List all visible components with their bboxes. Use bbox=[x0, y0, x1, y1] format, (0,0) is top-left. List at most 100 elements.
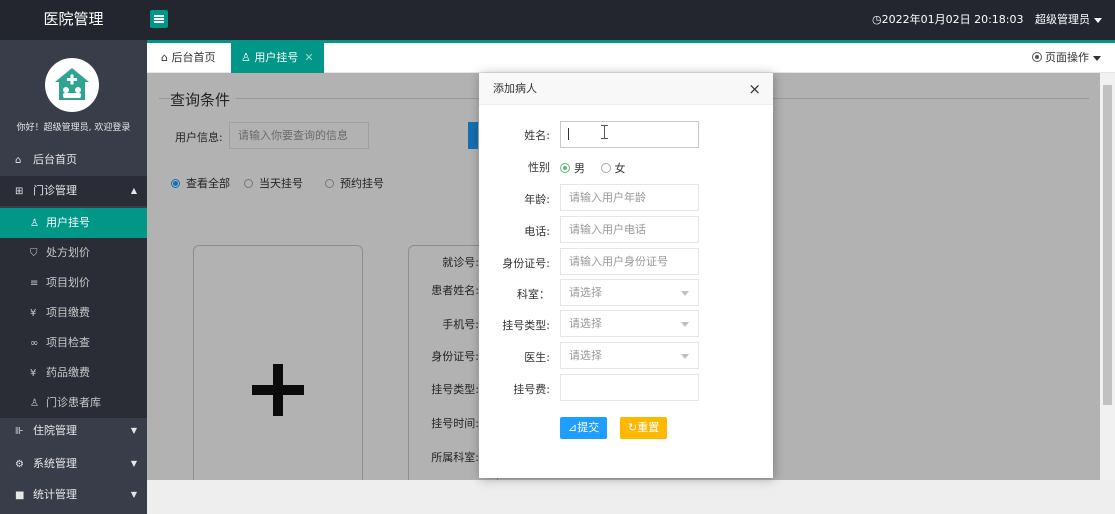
sidebar-item-label: 后台首页 bbox=[33, 153, 77, 166]
link-icon: ∞ bbox=[30, 338, 39, 349]
gender-radio-group: 男 女 bbox=[560, 160, 626, 176]
sidebar-subitem-item-pricing[interactable]: ≡ 项目划价 bbox=[0, 268, 147, 298]
sidebar-subitem-label: 门诊患者库 bbox=[46, 396, 101, 409]
tab-label: 后台首页 bbox=[171, 51, 216, 64]
greeting-text: 你好！超级管理员, 欢迎登录 bbox=[16, 123, 131, 133]
scrollbar-thumb[interactable] bbox=[1103, 85, 1112, 405]
chevron-down-icon: ▼ bbox=[130, 426, 137, 435]
home-icon: ⌂ bbox=[15, 155, 22, 166]
dialog-header: 添加病人 × bbox=[479, 73, 773, 105]
chart-icon: ■ bbox=[15, 490, 25, 501]
close-icon[interactable]: × bbox=[748, 81, 761, 97]
sidebar-item-label: 统计管理 bbox=[33, 488, 77, 501]
chevron-down-icon: ▼ bbox=[130, 459, 137, 468]
doctor-select[interactable]: 请选择 bbox=[560, 342, 699, 369]
tab-label: 用户挂号 bbox=[254, 51, 299, 64]
reset-button[interactable]: ↻重置 bbox=[620, 417, 668, 439]
radio-icon bbox=[600, 163, 611, 173]
doctor-value: 请选择 bbox=[569, 349, 602, 362]
dialog-title: 添加病人 bbox=[493, 82, 537, 95]
sidebar-item-label: 系统管理 bbox=[33, 457, 77, 470]
sidebar-subitem-registration[interactable]: ♙ 用户挂号 bbox=[0, 208, 147, 238]
tab-home[interactable]: ⌂ 后台首页 bbox=[151, 43, 225, 73]
chevron-up-icon: ▲ bbox=[130, 186, 137, 195]
sidebar-subitem-label: 药品缴费 bbox=[46, 366, 90, 379]
page-operations-menu[interactable]: 页面操作 bbox=[1032, 43, 1101, 73]
department-select[interactable]: 请选择 bbox=[560, 279, 699, 306]
target-icon bbox=[1032, 52, 1042, 62]
phone-input[interactable]: 请输入用户电话 bbox=[560, 216, 699, 243]
tab-bar: ⌂ 后台首页 ♙ 用户挂号 ✕ 页面操作 bbox=[147, 43, 1115, 73]
sidebar-subitem-label: 用户挂号 bbox=[46, 216, 90, 229]
name-input[interactable] bbox=[560, 121, 699, 148]
registration-type-select[interactable]: 请选择 bbox=[560, 310, 699, 337]
add-patient-dialog: 添加病人 × 姓名: 性别 男 女 年龄: 请输入用户年龄 电话: 请输入用户电… bbox=[479, 73, 773, 478]
tab-registration[interactable]: ♙ 用户挂号 ✕ bbox=[231, 43, 324, 73]
name-label: 姓名: bbox=[524, 129, 550, 142]
sidebar-subitem-label: 项目检查 bbox=[46, 336, 90, 349]
datetime-display: ◷2022年01月02日 20:18:03 bbox=[872, 13, 1024, 26]
columns-icon: ⊪ bbox=[15, 426, 24, 437]
user-name: 超级管理员 bbox=[1035, 13, 1090, 26]
close-icon[interactable]: ✕ bbox=[304, 51, 313, 64]
sidebar-item-statistics[interactable]: ■ 统计管理 ▼ bbox=[0, 480, 147, 510]
gender-female-label: 女 bbox=[614, 162, 626, 175]
gender-female-radio[interactable]: 女 bbox=[600, 162, 626, 175]
sidebar-subitem-prescription-pricing[interactable]: ⛉ 处方划价 bbox=[0, 238, 147, 268]
sidebar-subitem-drug-payment[interactable]: ¥ 药品缴费 bbox=[0, 358, 147, 388]
sidebar: 你好！超级管理员, 欢迎登录 ⌂ 后台首页 ⊞ 门诊管理 ▲ ♙ 用户挂号 ⛉ 处方划价… bbox=[0, 40, 147, 514]
chevron-down-icon bbox=[681, 322, 689, 327]
sidebar-subitem-label: 项目划价 bbox=[46, 276, 90, 289]
chevron-down-icon bbox=[681, 291, 689, 296]
user-icon: ♙ bbox=[241, 51, 251, 64]
registration-type-value: 请选择 bbox=[569, 317, 602, 330]
submit-button[interactable]: ⊿提交 bbox=[560, 417, 608, 439]
sidebar-item-label: 住院管理 bbox=[33, 424, 77, 437]
chevron-down-icon: ▼ bbox=[130, 490, 137, 499]
chevron-down-icon bbox=[1093, 55, 1101, 61]
sidebar-item-outpatient[interactable]: ⊞ 门诊管理 ▲ bbox=[0, 176, 147, 206]
menu-toggle-icon[interactable] bbox=[150, 10, 168, 28]
user-menu[interactable]: 超级管理员 bbox=[1035, 0, 1102, 40]
text-caret bbox=[568, 128, 569, 140]
chevron-down-icon bbox=[681, 354, 689, 359]
brand-title: 医院管理 bbox=[43, 10, 104, 28]
registration-fee-label: 挂号费: bbox=[513, 383, 550, 396]
gear-icon: ⚙ bbox=[15, 459, 24, 470]
sidebar-subitem-item-payment[interactable]: ¥ 项目缴费 bbox=[0, 298, 147, 328]
sidebar-item-inpatient[interactable]: ⊪ 住院管理 ▼ bbox=[0, 416, 147, 446]
id-number-input[interactable]: 请输入用户身份证号 bbox=[560, 248, 699, 275]
home-icon: ⌂ bbox=[161, 51, 168, 64]
registration-type-label: 挂号类型: bbox=[502, 319, 550, 332]
ibeam-cursor-icon bbox=[601, 125, 608, 139]
id-number-label: 身份证号: bbox=[502, 257, 550, 270]
page-op-label: 页面操作 bbox=[1045, 51, 1089, 64]
registration-fee-input[interactable] bbox=[560, 374, 699, 401]
gender-male-label: 男 bbox=[574, 162, 585, 175]
department-value: 请选择 bbox=[569, 286, 602, 299]
sidebar-subitem-label: 项目缴费 bbox=[46, 306, 90, 319]
yen-icon: ¥ bbox=[30, 308, 37, 319]
department-label: 科室： bbox=[517, 288, 550, 301]
gender-male-radio[interactable]: 男 bbox=[560, 162, 585, 175]
radio-checked-icon bbox=[560, 163, 570, 173]
age-label: 年龄: bbox=[524, 193, 550, 206]
sidebar-subitem-label: 处方划价 bbox=[46, 246, 90, 259]
sidebar-item-system[interactable]: ⚙ 系统管理 ▼ bbox=[0, 449, 147, 479]
doctor-label: 医生: bbox=[524, 351, 550, 364]
top-header: 医院管理 ◷2022年01月02日 20:18:03 超级管理员 bbox=[0, 0, 1115, 40]
sidebar-subitem-item-check[interactable]: ∞ 项目检查 bbox=[0, 328, 147, 358]
phone-label: 电话: bbox=[524, 225, 550, 238]
avatar bbox=[45, 58, 99, 112]
sidebar-item-home[interactable]: ⌂ 后台首页 bbox=[0, 145, 147, 175]
footer-strip bbox=[147, 480, 1115, 514]
yen-icon: ¥ bbox=[30, 368, 37, 379]
cart-icon: ⛉ bbox=[30, 248, 38, 259]
grid-icon: ⊞ bbox=[15, 186, 24, 197]
sidebar-subitem-patient-library[interactable]: ♙ 门诊患者库 bbox=[0, 388, 147, 418]
age-input[interactable]: 请输入用户年龄 bbox=[560, 184, 699, 211]
document-icon: ≡ bbox=[30, 278, 39, 289]
sidebar-item-label: 门诊管理 bbox=[33, 184, 77, 197]
user-icon: ♙ bbox=[30, 398, 39, 409]
chevron-down-icon bbox=[1094, 17, 1102, 23]
